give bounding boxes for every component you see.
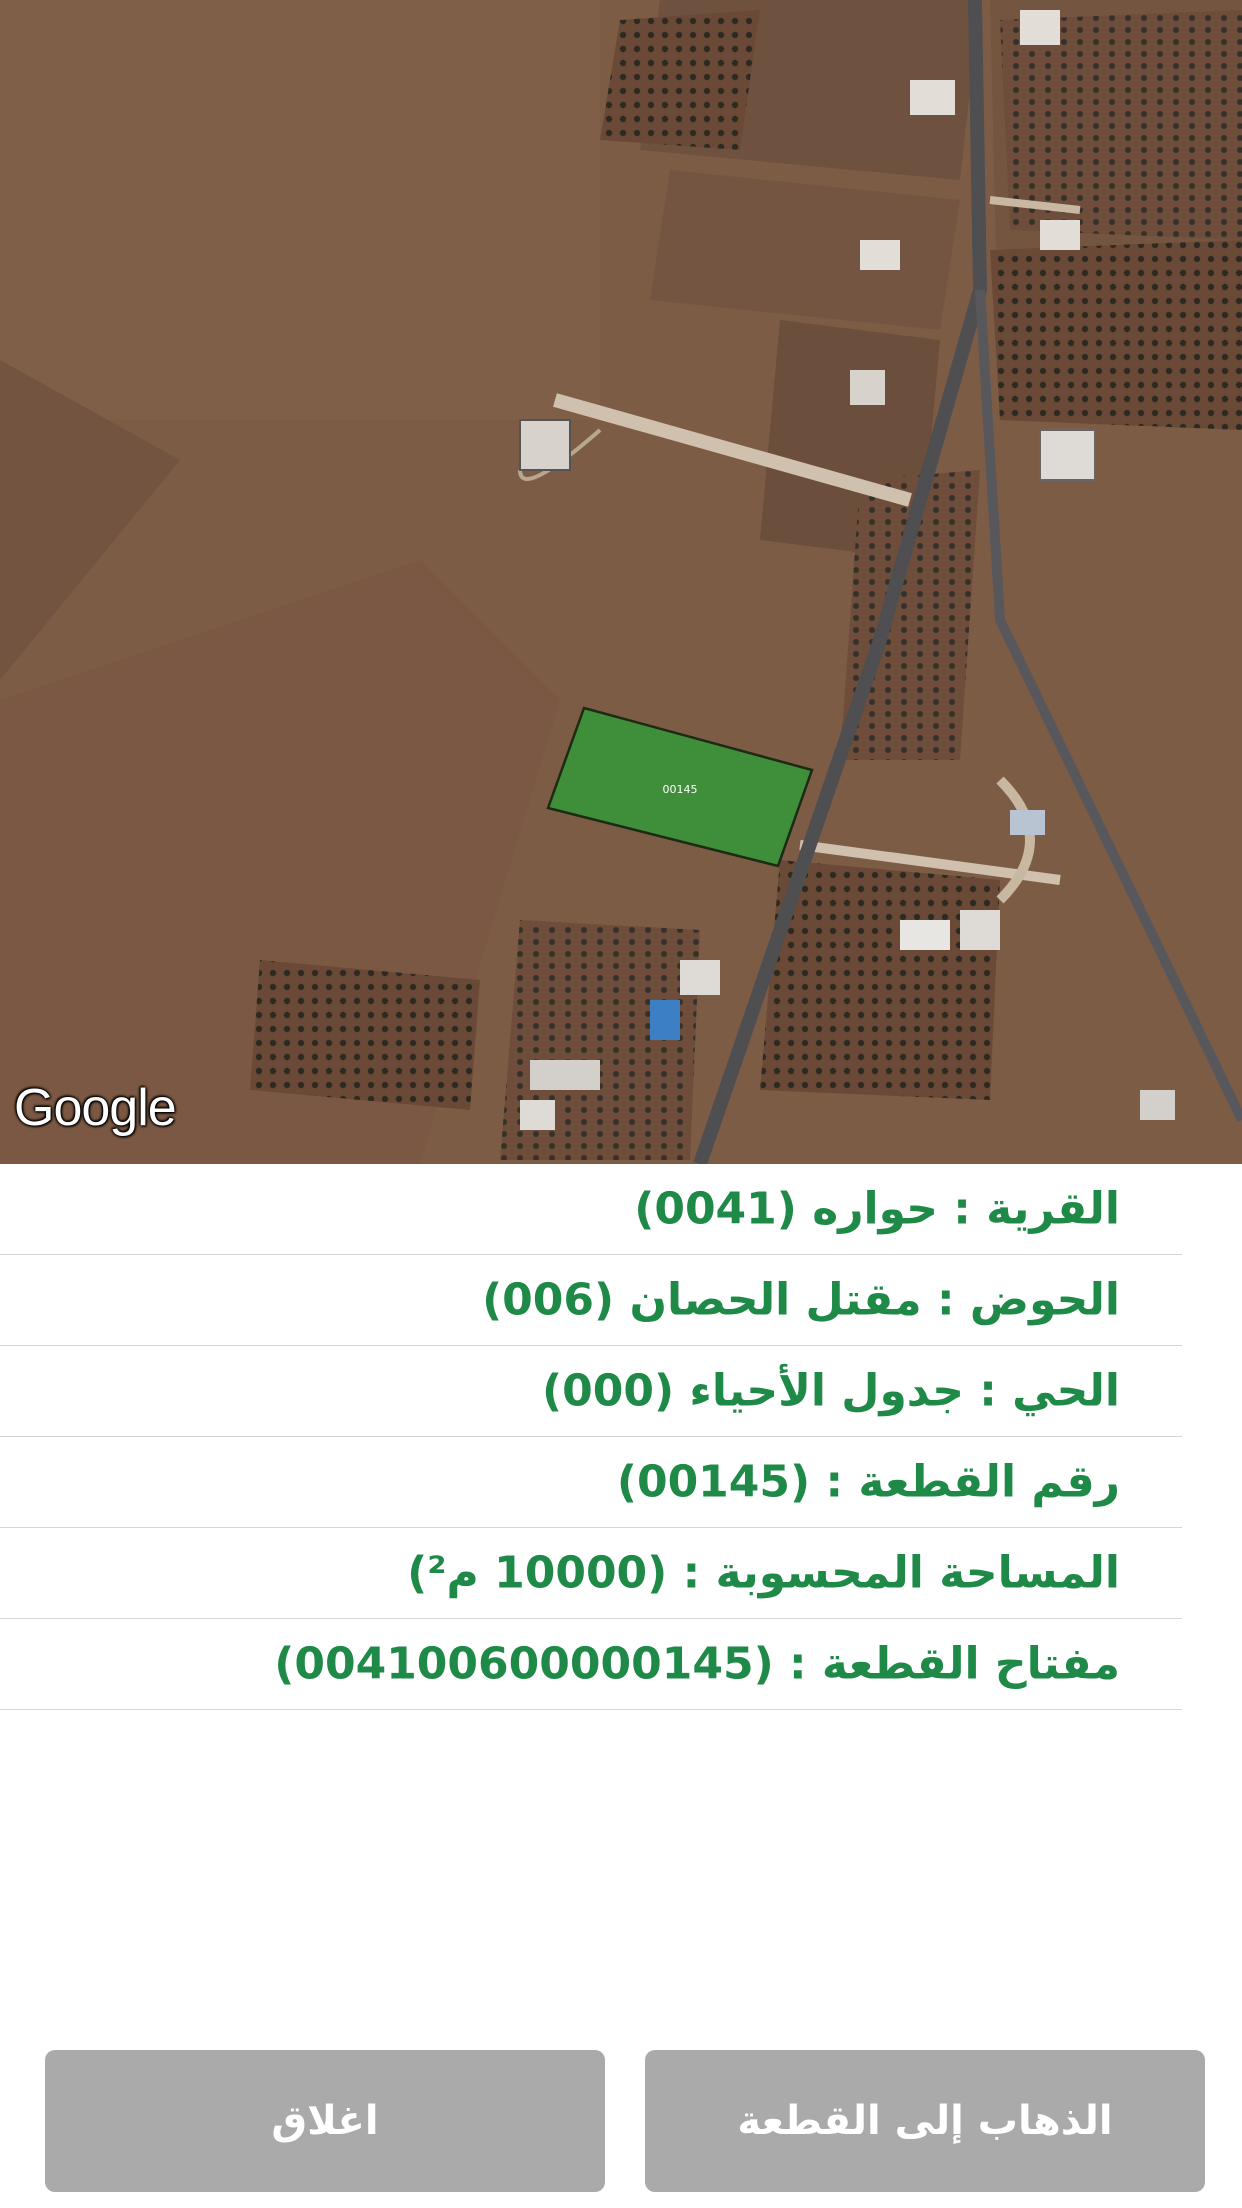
parcel-label: 00145: [663, 783, 698, 796]
info-row-parcel-number: رقم القطعة : (00145): [0, 1437, 1182, 1528]
info-row-neighborhood: الحي : جدول الأحياء (000): [0, 1346, 1182, 1437]
neighborhood-text: الحي : جدول الأحياء (000): [542, 1365, 1120, 1417]
parcel-info-list: القرية : حواره (0041) الحوض : مقتل الحصا…: [0, 1164, 1242, 1710]
parcel-key-text: مفتاح القطعة : (004100600000145): [274, 1638, 1120, 1690]
satellite-map[interactable]: 00145 Google: [0, 0, 1242, 1164]
area-text: المساحة المحسوبة : (10000 م²): [407, 1547, 1120, 1599]
info-row-area: المساحة المحسوبة : (10000 م²): [0, 1528, 1182, 1619]
info-row-village: القرية : حواره (0041): [0, 1164, 1182, 1255]
google-logo: Google: [14, 1079, 177, 1137]
go-to-parcel-button-label: الذهاب إلى القطعة: [737, 2098, 1113, 2144]
close-button-label: اغلاق: [271, 2098, 379, 2144]
close-button[interactable]: اغلاق: [45, 2050, 605, 2192]
basin-text: الحوض : مقتل الحصان (006): [482, 1274, 1120, 1326]
map-imagery: 00145: [0, 0, 1242, 1164]
info-row-parcel-key: مفتاح القطعة : (004100600000145): [0, 1619, 1182, 1710]
village-text: القرية : حواره (0041): [634, 1183, 1120, 1235]
parcel-number-text: رقم القطعة : (00145): [616, 1456, 1120, 1508]
go-to-parcel-button[interactable]: الذهاب إلى القطعة: [645, 2050, 1205, 2192]
info-row-basin: الحوض : مقتل الحصان (006): [0, 1255, 1182, 1346]
